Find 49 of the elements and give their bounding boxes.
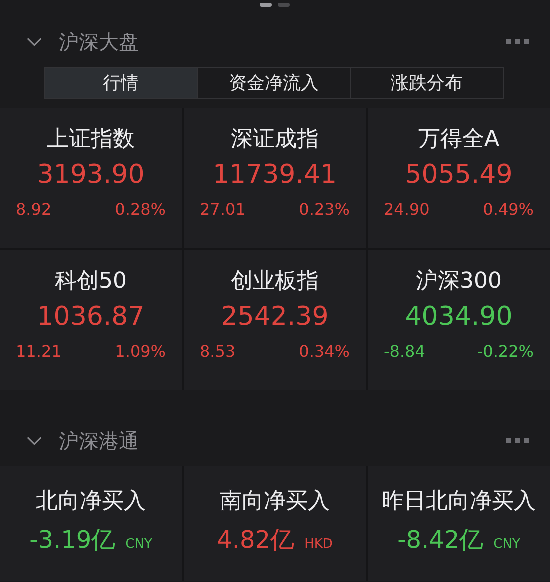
index-name: 沪深300 — [416, 268, 502, 296]
index-value: 4034.90 — [405, 302, 513, 332]
more-icon[interactable] — [506, 39, 530, 45]
index-value: 1036.87 — [37, 302, 145, 332]
change-value: 11.21 — [16, 342, 62, 361]
change-percent: 1.09% — [115, 342, 166, 361]
flow-value: -8.42亿 — [398, 525, 484, 556]
index-value: 3193.90 — [37, 160, 145, 190]
chevron-icon[interactable] — [26, 37, 43, 47]
change-percent: 0.23% — [299, 200, 350, 219]
index-card[interactable]: 上证指数 3193.90 8.92 0.28% — [0, 108, 182, 248]
index-card[interactable]: 沪深300 4034.90 -8.84 -0.22% — [368, 250, 550, 390]
more-icon[interactable] — [506, 438, 530, 444]
change-percent: 0.34% — [299, 342, 350, 361]
currency-unit: HKD — [304, 537, 333, 552]
index-card[interactable]: 科创50 1036.87 11.21 1.09% — [0, 250, 182, 390]
index-value: 2542.39 — [221, 302, 329, 332]
currency-unit: CNY — [494, 537, 520, 552]
index-value: 5055.49 — [405, 160, 513, 190]
change-value: 8.92 — [16, 200, 52, 219]
currency-unit: CNY — [126, 537, 152, 552]
change-percent: 0.28% — [115, 200, 166, 219]
index-card[interactable]: 万得全A 5055.49 24.90 0.49% — [368, 108, 550, 248]
tab[interactable]: 行情 — [45, 68, 197, 98]
flow-value: -3.19亿 — [30, 525, 116, 556]
flow-name: 北向净买入 — [36, 488, 146, 516]
chevron-icon[interactable] — [26, 436, 43, 446]
change-value: 8.53 — [200, 342, 236, 361]
flow-card[interactable]: 南向净买入 4.82亿 HKD — [184, 466, 366, 581]
change-value: 27.01 — [200, 200, 246, 219]
index-card[interactable]: 深证成指 11739.41 27.01 0.23% — [184, 108, 366, 248]
flow-name: 昨日北向净买入 — [382, 488, 536, 516]
index-name: 深证成指 — [231, 126, 319, 154]
change-percent: -0.22% — [477, 342, 534, 361]
flow-value: 4.82亿 — [217, 525, 295, 556]
index-name: 万得全A — [418, 126, 500, 154]
index-name: 上证指数 — [47, 126, 135, 154]
change-percent: 0.49% — [483, 200, 534, 219]
index-name: 科创50 — [55, 268, 127, 296]
change-value: 24.90 — [384, 200, 430, 219]
section-title: 沪深大盘 — [59, 28, 140, 56]
index-value: 11739.41 — [212, 160, 338, 190]
flow-card[interactable]: 昨日北向净买入 -8.42亿 CNY — [368, 466, 550, 581]
index-card[interactable]: 创业板指 2542.39 8.53 0.34% — [184, 250, 366, 390]
change-value: -8.84 — [384, 342, 426, 361]
flow-name: 南向净买入 — [220, 488, 330, 516]
section-title: 沪深港通 — [59, 428, 140, 454]
index-name: 创业板指 — [231, 268, 319, 296]
flow-card[interactable]: 北向净买入 -3.19亿 CNY — [0, 466, 182, 581]
